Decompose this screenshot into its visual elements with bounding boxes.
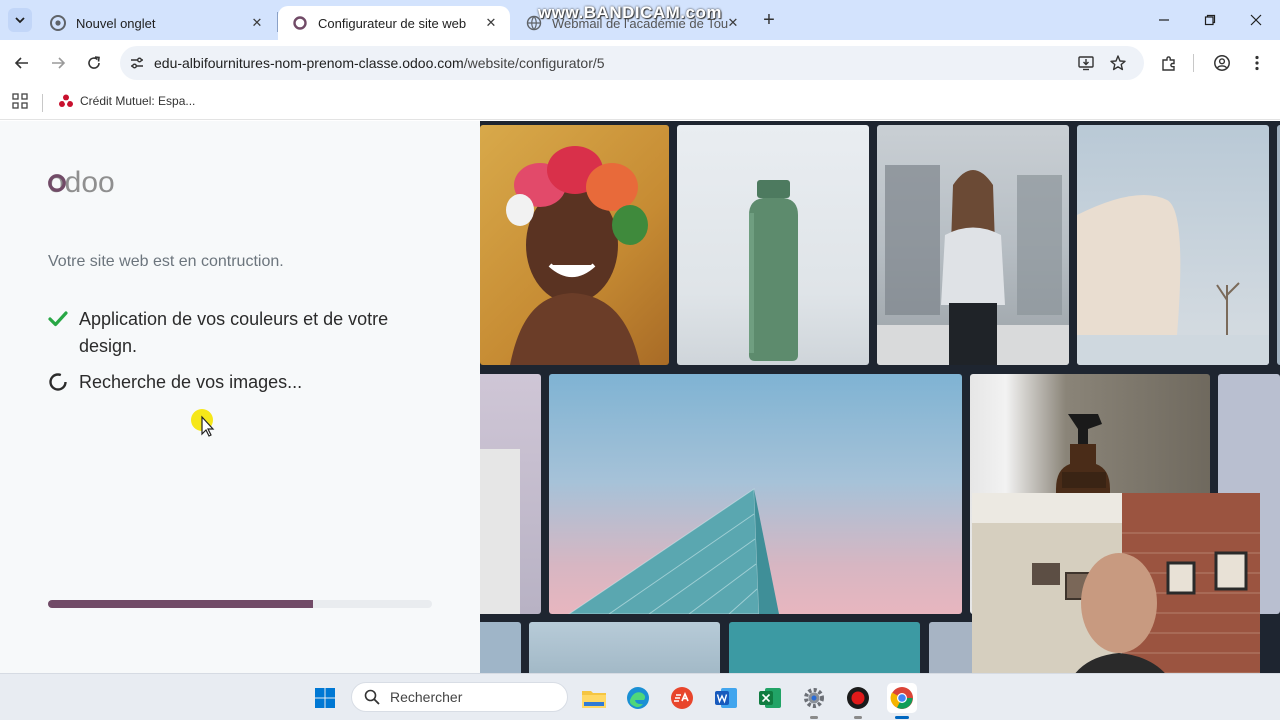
edge-button[interactable]	[623, 683, 653, 713]
chrome-button[interactable]	[887, 683, 917, 719]
bookmark-label: Crédit Mutuel: Espa...	[80, 94, 196, 108]
construction-message: Votre site web est en contruction.	[48, 253, 284, 270]
mosaic-image-factory-woman	[877, 125, 1069, 365]
odoo-favicon-icon	[293, 16, 307, 30]
tab-search-button[interactable]	[8, 8, 32, 32]
bookmark-credit-mutuel[interactable]: Crédit Mutuel: Espa...	[58, 93, 195, 109]
search-icon	[364, 689, 380, 705]
tab-title: Configurateur de site web	[318, 15, 467, 31]
taskbar-search-placeholder: Rechercher	[390, 689, 463, 705]
install-icon	[1078, 56, 1094, 71]
star-icon	[1110, 55, 1126, 71]
excel-button[interactable]	[755, 683, 785, 713]
arrow-right-icon	[52, 57, 66, 69]
chrome-icon	[890, 687, 913, 709]
minimize-button[interactable]	[1144, 6, 1184, 34]
bookmarks-divider	[42, 94, 43, 112]
step-colors-design: Application de vos couleurs et de votre …	[48, 306, 428, 360]
toolbar-divider	[1193, 54, 1194, 72]
mosaic-image-row3-a	[480, 622, 521, 673]
bandicam-button[interactable]	[843, 683, 873, 719]
ea-icon	[671, 687, 693, 709]
mosaic-image-row3-b	[529, 622, 720, 673]
address-bar[interactable]: edu-albifournitures-nom-prenom-classe.od…	[120, 46, 1144, 80]
close-window-button[interactable]	[1236, 6, 1276, 34]
url-text: edu-albifournitures-nom-prenom-classe.od…	[154, 55, 605, 71]
close-icon	[1250, 14, 1262, 26]
credit-mutuel-logo-icon	[59, 94, 73, 107]
odoo-logo: odoo	[48, 166, 115, 198]
mosaic-image-woman-flowers	[480, 125, 669, 365]
bookmark-star-button[interactable]	[1103, 46, 1133, 80]
arrow-left-icon	[14, 57, 28, 69]
restore-button[interactable]	[1190, 6, 1230, 34]
spinner-icon	[48, 369, 79, 400]
restore-icon	[1204, 14, 1216, 26]
tab-new-tab[interactable]: Nouvel onglet ✕	[36, 6, 276, 40]
apps-grid-icon	[12, 93, 28, 109]
settings-icon	[804, 688, 824, 708]
back-button[interactable]	[9, 50, 35, 76]
url-host: edu-albifournitures-nom-prenom-classe.od…	[154, 55, 464, 71]
chrome-icon	[50, 15, 66, 31]
url-path: /website/configurator/5	[463, 55, 605, 71]
profile-button[interactable]	[1208, 50, 1236, 76]
edge-icon	[627, 687, 649, 709]
progress-bar	[48, 600, 432, 608]
progress-fill	[48, 600, 313, 608]
apps-button[interactable]	[12, 93, 28, 114]
menu-button[interactable]	[1243, 50, 1271, 76]
tab-title: Nouvel onglet	[76, 15, 156, 31]
running-indicator	[810, 716, 818, 719]
minimize-icon	[1159, 19, 1169, 21]
windows-taskbar: Rechercher	[0, 673, 1280, 720]
word-button[interactable]	[711, 683, 741, 713]
forward-button[interactable]	[45, 50, 71, 76]
account-icon	[1214, 55, 1230, 71]
mosaic-image-glass-building	[549, 374, 962, 614]
reload-button[interactable]	[81, 50, 107, 76]
odoo-logo-text: odoo	[48, 166, 115, 198]
excel-icon	[759, 688, 781, 708]
mosaic-image-bottle	[677, 125, 869, 365]
step-images: Recherche de vos images...	[48, 369, 428, 400]
chevron-down-icon	[15, 17, 25, 24]
checkmark-icon	[48, 306, 79, 360]
mosaic-image-architecture	[1077, 125, 1269, 365]
mosaic-image-row3-c	[729, 622, 920, 673]
close-tab-icon[interactable]: ✕	[248, 14, 266, 32]
mouse-cursor-icon	[191, 409, 215, 437]
file-explorer-icon	[582, 691, 606, 708]
site-settings-icon[interactable]	[120, 55, 154, 71]
install-app-button[interactable]	[1071, 46, 1101, 80]
start-button[interactable]	[310, 683, 340, 713]
recording-watermark: www.BANDICAM.com	[538, 3, 722, 22]
ea-app-button[interactable]	[667, 683, 697, 713]
reload-icon	[88, 56, 100, 69]
start-icon	[315, 688, 335, 708]
browser-toolbar: edu-albifournitures-nom-prenom-classe.od…	[0, 40, 1280, 86]
close-tab-icon[interactable]: ✕	[724, 14, 742, 32]
tab-strip: Nouvel onglet ✕ Configurateur de site we…	[0, 0, 1280, 40]
extensions-button[interactable]	[1155, 50, 1183, 76]
settings-button[interactable]	[799, 683, 829, 719]
mosaic-image-column	[480, 374, 541, 614]
step-label: Application de vos couleurs et de votre …	[79, 309, 389, 356]
close-tab-icon[interactable]: ✕	[482, 14, 500, 32]
more-vertical-icon	[1255, 55, 1259, 71]
taskbar-search-box[interactable]: Rechercher	[351, 682, 568, 712]
word-icon	[715, 688, 737, 708]
bookmarks-bar: Crédit Mutuel: Espa...	[0, 86, 1280, 120]
running-indicator	[854, 716, 862, 719]
running-indicator	[895, 716, 909, 719]
new-tab-button[interactable]: +	[758, 9, 780, 31]
tab-configurator[interactable]: Configurateur de site web ✕	[278, 6, 510, 40]
file-explorer-button[interactable]	[579, 683, 609, 713]
puzzle-icon	[1162, 56, 1175, 71]
bandicam-icon	[847, 687, 869, 709]
step-label: Recherche de vos images...	[79, 372, 303, 392]
